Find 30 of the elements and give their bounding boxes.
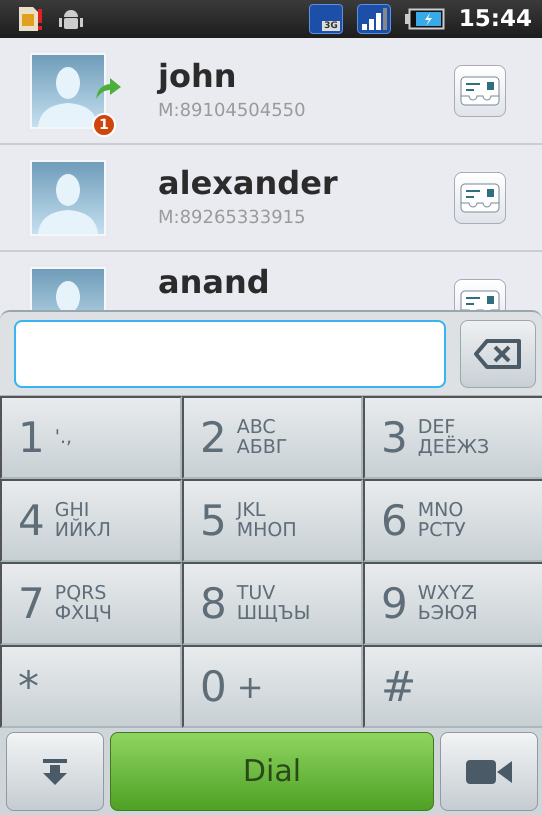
contact-card-button[interactable] [454, 172, 506, 224]
keypad-key[interactable]: # [363, 645, 542, 728]
contact-name: alexander [158, 167, 339, 199]
android-icon [58, 7, 84, 31]
contact-number: M:89265333915 [158, 207, 307, 228]
avatar-icon [28, 158, 108, 238]
contact-card-icon [460, 182, 500, 212]
keypad-key[interactable]: 0 + [182, 645, 363, 728]
keypad-key[interactable]: * [0, 645, 182, 728]
signal-icon [356, 4, 391, 34]
number-input-field[interactable] [14, 320, 446, 388]
backspace-button[interactable] [460, 320, 536, 388]
video-camera-icon [466, 758, 512, 786]
avatar-icon [28, 50, 108, 130]
contact-number: M:89104504550 [158, 100, 307, 121]
clock: 15:44 [458, 6, 532, 32]
contact-card-button[interactable] [454, 64, 506, 116]
contact-card-icon [460, 76, 500, 106]
sim-alert-icon [16, 5, 44, 33]
dial-button[interactable]: Dial [110, 732, 434, 811]
down-arrow-icon [40, 756, 70, 786]
missed-call-badge: 1 [92, 112, 116, 136]
battery-icon [404, 8, 445, 30]
contact-name: anand [158, 266, 271, 298]
data-network-icon: 3G [308, 4, 343, 34]
backspace-icon [473, 338, 523, 370]
contact-name: john [158, 60, 238, 92]
hide-keypad-button[interactable] [6, 732, 104, 811]
keypad-key[interactable]: 1 '., [0, 396, 182, 479]
video-call-button[interactable] [440, 732, 538, 811]
